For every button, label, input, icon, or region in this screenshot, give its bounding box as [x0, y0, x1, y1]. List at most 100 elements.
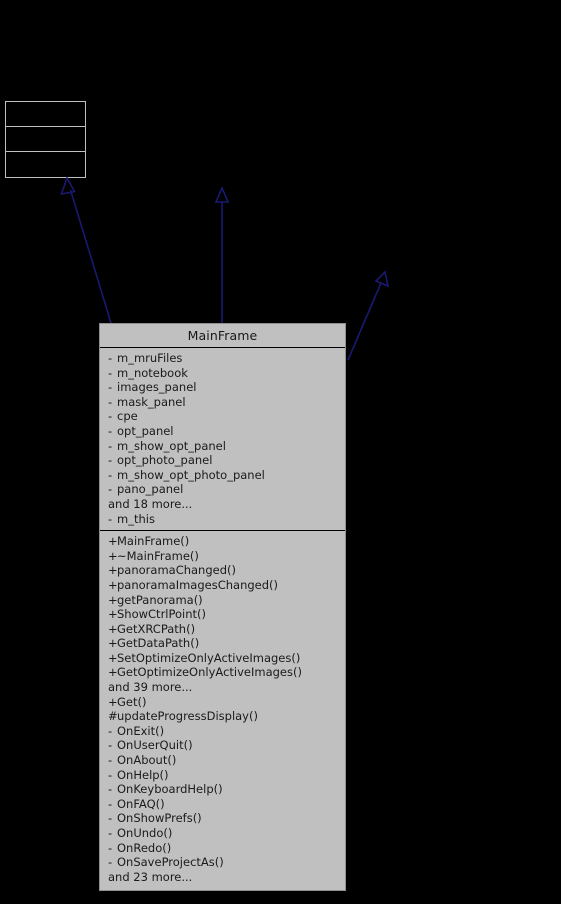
method-visibility-marker: - — [108, 855, 113, 870]
method-item: - OnShowPrefs() — [100, 811, 345, 826]
method-name-label: OnHelp() — [117, 767, 169, 782]
attribute-item: - cpe — [100, 409, 345, 424]
method-item: - OnUndo() — [100, 826, 345, 841]
attribute-item: - m_notebook — [100, 366, 345, 381]
attribute-item: - opt_photo_panel — [100, 453, 345, 468]
method-visibility-marker: + — [108, 548, 118, 563]
method-name-label: panoramaImagesChanged() — [117, 577, 279, 592]
attribute-more-label: and 18 more... — [100, 497, 345, 512]
method-item: +MainFrame() — [100, 534, 345, 549]
attribute-item: - mask_panel — [100, 395, 345, 410]
method-more-label: and 23 more... — [100, 870, 345, 885]
method-visibility-marker: + — [108, 665, 118, 680]
method-item: - OnFAQ() — [100, 797, 345, 812]
method-visibility-marker: + — [108, 694, 118, 709]
hollow-triangle-arrowhead-icon — [374, 270, 390, 288]
method-item: #updateProgressDisplay() — [100, 709, 345, 724]
method-item: - OnExit() — [100, 724, 345, 739]
attribute-name-label: pano_panel — [117, 482, 184, 497]
method-visibility-marker: + — [108, 621, 118, 636]
method-item: +panoramaImagesChanged() — [100, 578, 345, 593]
method-more-label: and 39 more... — [100, 680, 345, 695]
class-node-mainframe[interactable]: MainFrame - m_mruFiles - m_notebook - images_… — [99, 323, 346, 892]
method-name-label: and 39 more... — [108, 680, 193, 695]
attribute-name-label: opt_photo_panel — [117, 453, 213, 468]
method-item: - OnSaveProjectAs() — [100, 855, 345, 870]
attribute-name-label: and 18 more... — [108, 496, 193, 511]
inheritance-edge-right — [347, 270, 390, 361]
method-item: +panoramaChanged() — [100, 563, 345, 578]
method-name-label: OnShowPrefs() — [117, 811, 202, 826]
method-visibility-marker: - — [108, 826, 113, 840]
method-name-label: GetDataPath() — [117, 636, 200, 651]
method-name-label: OnAbout() — [117, 753, 177, 768]
attribute-item: - m_show_opt_photo_panel — [100, 468, 345, 483]
method-item: +GetXRCPath() — [100, 622, 345, 637]
attribute-item: - pano_panel — [100, 482, 345, 497]
method-visibility-marker: + — [108, 650, 118, 665]
method-name-label: MainFrame() — [117, 534, 190, 549]
attribute-visibility-marker: - — [108, 409, 113, 424]
method-visibility-marker: - — [108, 811, 113, 826]
method-item: +GetDataPath() — [100, 636, 345, 651]
attribute-visibility-marker: - — [108, 482, 113, 497]
method-name-label: and 23 more... — [108, 869, 193, 884]
method-name-label: getPanorama() — [117, 592, 203, 607]
collapsed-node-methods-row — [6, 152, 85, 177]
method-name-label: Get() — [117, 694, 147, 709]
attribute-name-label: cpe — [117, 409, 138, 424]
method-name-label: OnKeyboardHelp() — [117, 782, 223, 797]
method-visibility-marker: - — [108, 767, 113, 782]
collapsed-parent-node[interactable] — [5, 101, 86, 178]
attribute-visibility-marker: - — [108, 453, 113, 468]
collapsed-node-title-row — [6, 102, 85, 127]
method-visibility-marker: + — [108, 592, 118, 607]
attribute-name-label: images_panel — [117, 380, 197, 395]
attribute-name-label: m_show_opt_panel — [117, 438, 226, 453]
method-name-label: GetOptimizeOnlyActiveImages() — [117, 665, 302, 680]
method-visibility-marker: + — [108, 636, 118, 651]
method-name-label: OnUserQuit() — [117, 738, 193, 753]
attribute-visibility-marker: - — [108, 394, 113, 409]
attribute-visibility-marker: - — [108, 438, 113, 453]
attribute-name-label: mask_panel — [117, 394, 186, 409]
method-visibility-marker: # — [108, 709, 118, 724]
method-name-label: OnRedo() — [117, 840, 172, 855]
method-visibility-marker: + — [108, 563, 118, 578]
method-visibility-marker: + — [108, 534, 118, 549]
method-name-label: OnUndo() — [117, 826, 173, 840]
method-visibility-marker: + — [108, 577, 118, 592]
method-name-label: GetXRCPath() — [117, 621, 196, 636]
method-name-label: ~MainFrame() — [117, 548, 199, 563]
attribute-item: - m_show_opt_panel — [100, 439, 345, 454]
method-item: +Get() — [100, 695, 345, 710]
method-name-label: OnSaveProjectAs() — [117, 855, 224, 870]
attribute-visibility-marker: - — [108, 380, 113, 395]
method-item: - OnRedo() — [100, 841, 345, 856]
attribute-name-label: opt_panel — [117, 423, 174, 438]
attribute-visibility-marker: - — [108, 365, 113, 380]
attribute-name-label: m_show_opt_photo_panel — [117, 467, 265, 482]
class-name-label: MainFrame — [100, 324, 345, 348]
hollow-triangle-arrowhead-icon — [214, 185, 230, 203]
method-item: - OnUserQuit() — [100, 738, 345, 753]
method-item: - OnAbout() — [100, 753, 345, 768]
attribute-visibility-marker: - — [108, 467, 113, 482]
class-attributes-section: - m_mruFiles - m_notebook - images_panel - mask… — [100, 348, 345, 532]
inheritance-edge-middle — [214, 185, 230, 323]
attribute-visibility-marker: - — [108, 423, 113, 438]
method-visibility-marker: - — [108, 723, 113, 738]
inheritance-edge-left — [60, 176, 112, 324]
method-name-label: SetOptimizeOnlyActiveImages() — [117, 650, 301, 665]
collapsed-node-attributes-row — [6, 127, 85, 152]
method-visibility-marker: - — [108, 738, 113, 753]
attribute-visibility-marker: - — [108, 511, 113, 526]
method-visibility-marker: - — [108, 753, 113, 768]
method-visibility-marker: - — [108, 840, 113, 855]
method-item: - OnHelp() — [100, 768, 345, 783]
method-item: +getPanorama() — [100, 593, 345, 608]
method-item: +~MainFrame() — [100, 549, 345, 564]
method-item: +GetOptimizeOnlyActiveImages() — [100, 665, 345, 680]
attribute-visibility-marker: - — [108, 351, 113, 365]
attribute-item: - images_panel — [100, 380, 345, 395]
